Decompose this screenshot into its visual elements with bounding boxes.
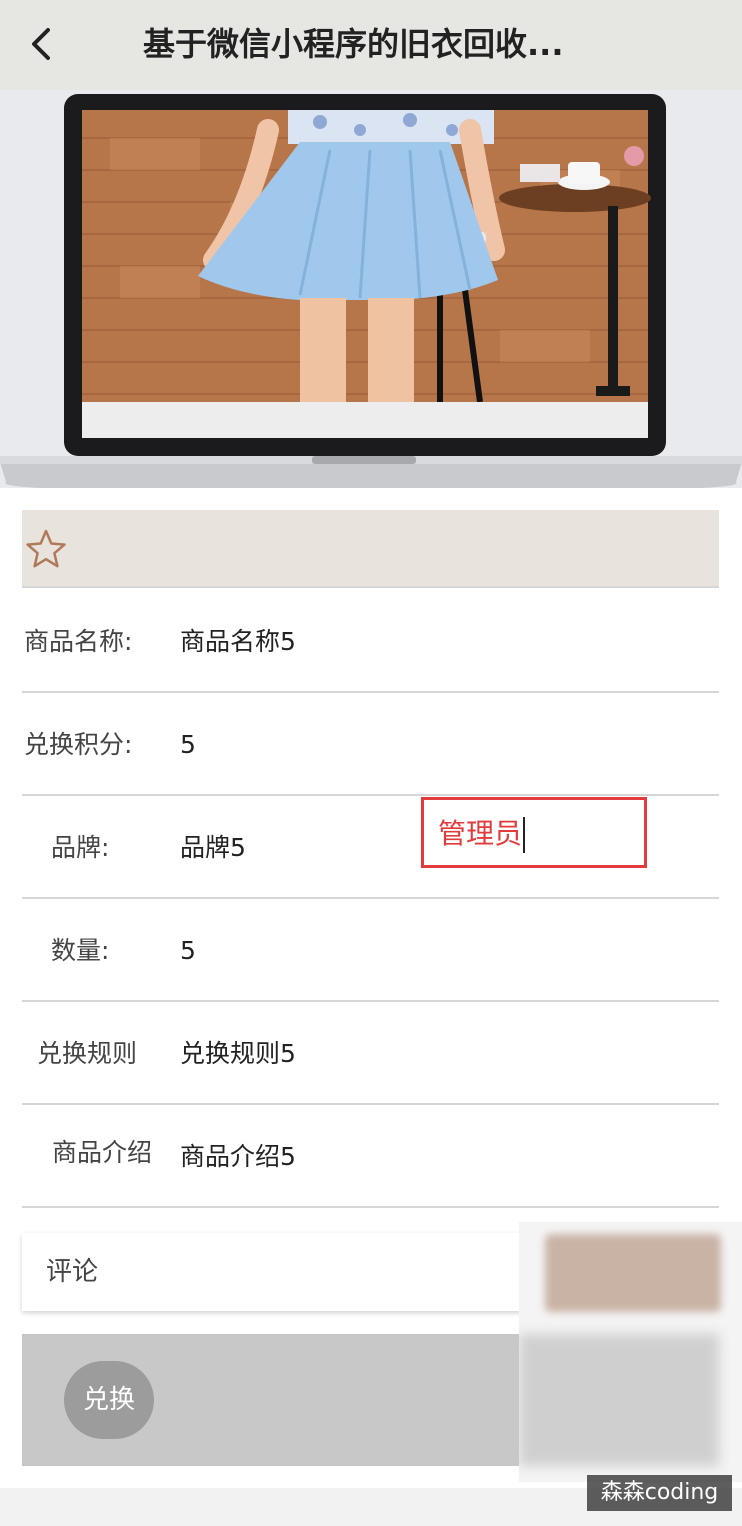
product-photo bbox=[0, 90, 742, 488]
annotation-text: 管理员 bbox=[438, 814, 526, 854]
detail-value: 兑换规则5 bbox=[180, 1039, 296, 1068]
detail-label: 商品介绍 bbox=[52, 1138, 153, 1167]
detail-value: 5 bbox=[180, 936, 196, 965]
annotation-textbox[interactable]: 管理员 bbox=[421, 797, 647, 868]
navigation-bar: 基于微信小程序的旧衣回收... bbox=[0, 0, 742, 90]
detail-row-points: 兑换积分: 5 bbox=[22, 693, 719, 796]
star-outline-icon[interactable] bbox=[24, 527, 68, 571]
detail-value: 商品介绍5 bbox=[180, 1142, 296, 1171]
blurred-region bbox=[519, 1222, 742, 1482]
blurred-panel bbox=[519, 1334, 719, 1466]
detail-label: 兑换规则 bbox=[37, 1039, 138, 1068]
product-detail-page: 基于微信小程序的旧衣回收... 商品名称: 商品名称5 兑换积分: 5 品牌: … bbox=[0, 0, 742, 1526]
comment-label: 评论 bbox=[46, 1257, 99, 1287]
detail-label: 商品名称: bbox=[24, 627, 133, 656]
comment-button[interactable]: 评论 bbox=[22, 1233, 522, 1311]
detail-row-name: 商品名称: 商品名称5 bbox=[22, 590, 719, 693]
detail-row-intro: 商品介绍 商品介绍5 bbox=[22, 1105, 719, 1208]
blurred-button bbox=[545, 1234, 721, 1312]
detail-label: 数量: bbox=[51, 936, 110, 965]
detail-label: 兑换积分: bbox=[24, 730, 133, 759]
chevron-left-icon[interactable] bbox=[22, 22, 62, 66]
detail-value: 5 bbox=[180, 730, 196, 759]
detail-value: 商品名称5 bbox=[180, 627, 296, 656]
detail-label: 品牌: bbox=[51, 833, 110, 862]
detail-row-rules: 兑换规则 兑换规则5 bbox=[22, 1002, 719, 1105]
product-image bbox=[0, 90, 742, 488]
detail-value: 品牌5 bbox=[180, 833, 246, 862]
detail-row-quantity: 数量: 5 bbox=[22, 899, 719, 1002]
watermark: 森森coding bbox=[587, 1475, 732, 1511]
page-title: 基于微信小程序的旧衣回收... bbox=[143, 25, 564, 63]
favorite-bar bbox=[22, 510, 719, 588]
text-cursor bbox=[523, 817, 526, 853]
exchange-button[interactable]: 兑换 bbox=[64, 1361, 154, 1439]
action-bar: 兑换 bbox=[22, 1334, 522, 1466]
